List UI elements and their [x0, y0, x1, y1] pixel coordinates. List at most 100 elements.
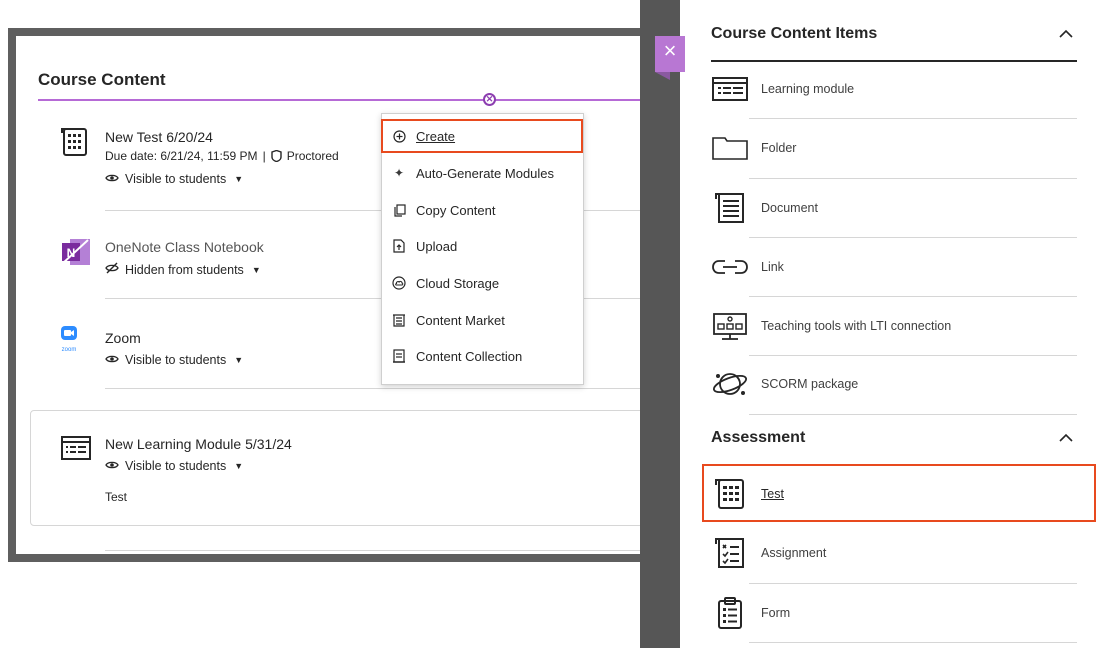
eye-icon	[105, 172, 119, 186]
panel-item-label: Test	[761, 487, 784, 501]
item-meta: Due date: 6/21/24, 11:59 PM | Proctored	[105, 149, 339, 163]
item-divider	[105, 550, 665, 551]
menu-item-copy-content[interactable]: Copy Content	[392, 198, 496, 222]
onenote-icon: N	[60, 236, 92, 268]
visibility-toggle[interactable]: Visible to students ▼	[105, 459, 243, 473]
hidden-icon	[105, 262, 119, 277]
chevron-down-icon: ▼	[234, 355, 244, 365]
row-divider	[749, 583, 1077, 584]
panel-item-label: Assignment	[761, 546, 827, 560]
chevron-down-icon: ▼	[234, 461, 244, 471]
zoom-icon: zoom	[54, 326, 84, 356]
panel-item-label: Link	[761, 260, 784, 274]
panel-item-label: Learning module	[761, 82, 855, 96]
item-title[interactable]: OneNote Class Notebook	[105, 239, 264, 255]
visibility-toggle[interactable]: Visible to students ▼	[105, 172, 243, 186]
row-divider	[749, 355, 1077, 356]
menu-item-label: Content Collection	[416, 348, 523, 364]
panel-item-lti[interactable]: Teaching tools with LTI connection	[711, 306, 951, 346]
add-content-menu: Create ✦ Auto-Generate Modules Copy Cont…	[381, 113, 584, 385]
menu-item-content-market[interactable]: Content Market	[392, 308, 505, 332]
collection-icon	[392, 349, 406, 363]
scorm-icon	[711, 368, 749, 400]
panel-item-assignment[interactable]: Assignment	[711, 533, 826, 573]
panel-item-document[interactable]: Document	[711, 188, 818, 228]
menu-item-label: Upload	[416, 238, 458, 254]
test-icon	[58, 124, 92, 158]
learning-module-icon	[60, 434, 92, 462]
menu-item-upload[interactable]: Upload	[392, 234, 457, 258]
row-divider	[749, 178, 1077, 179]
chevron-down-icon: ▼	[234, 174, 244, 184]
panel-item-label: Teaching tools with LTI connection	[761, 319, 952, 333]
panel-item-test[interactable]: Test	[711, 474, 784, 514]
proctored-badge: Proctored	[286, 149, 339, 163]
backdrop-strip	[640, 0, 680, 648]
menu-item-label: Auto-Generate Modules	[416, 165, 555, 181]
chevron-up-icon[interactable]	[1059, 430, 1073, 446]
menu-item-cloud-storage[interactable]: Cloud Storage	[392, 271, 499, 295]
copy-icon	[392, 203, 406, 217]
menu-item-label: Cloud Storage	[416, 275, 500, 291]
zoom-caption: zoom	[61, 347, 77, 353]
eye-icon	[105, 459, 119, 473]
menu-item-label: Copy Content	[416, 202, 496, 218]
row-divider	[749, 414, 1077, 415]
panel-item-form[interactable]: Form	[711, 593, 790, 633]
assignment-icon	[711, 537, 749, 569]
proctored-icon	[270, 149, 282, 163]
visibility-label: Visible to students	[125, 172, 227, 186]
market-icon	[392, 313, 406, 327]
row-divider	[749, 118, 1077, 119]
panel-item-label: Folder	[761, 141, 797, 155]
panel-item-label: Form	[761, 606, 791, 620]
panel-item-link[interactable]: Link	[711, 247, 784, 287]
folder-icon	[711, 132, 749, 164]
item-title[interactable]: Zoom	[105, 330, 141, 346]
due-date: Due date: 6/21/24, 11:59 PM	[105, 149, 258, 163]
visibility-label: Visible to students	[125, 353, 227, 367]
page-title: Course Content	[38, 70, 166, 89]
module-description: Test	[105, 490, 128, 504]
row-divider	[749, 237, 1077, 238]
panel-item-label: SCORM package	[761, 377, 859, 391]
menu-item-auto-generate[interactable]: ✦ Auto-Generate Modules	[392, 161, 554, 185]
chevron-up-icon[interactable]	[1059, 26, 1073, 42]
chevron-down-icon: ▼	[251, 264, 261, 275]
row-divider	[749, 296, 1077, 297]
menu-item-label: Content Market	[416, 312, 505, 328]
close-add-icon[interactable]: ✕	[483, 93, 496, 106]
link-icon	[711, 251, 749, 283]
panel-item-scorm[interactable]: SCORM package	[711, 364, 858, 404]
learning-module-icon	[711, 73, 749, 105]
menu-item-create[interactable]: Create	[392, 124, 455, 148]
visibility-toggle[interactable]: Hidden from students ▼	[105, 262, 261, 277]
document-icon	[711, 192, 749, 224]
close-icon[interactable]: ×	[655, 36, 685, 80]
panel-item-label: Document	[761, 201, 818, 215]
item-title[interactable]: New Test 6/20/24	[105, 129, 213, 145]
visibility-toggle[interactable]: Visible to students ▼	[105, 353, 243, 367]
row-divider	[749, 642, 1077, 643]
add-content-divider	[38, 99, 678, 101]
upload-icon	[392, 239, 406, 253]
visibility-label: Hidden from students	[125, 262, 244, 277]
menu-item-label: Create	[416, 128, 456, 144]
section-title: Assessment	[711, 429, 806, 446]
eye-icon	[105, 353, 119, 367]
form-icon	[711, 597, 749, 629]
section-title: Course Content Items	[711, 25, 878, 42]
menu-item-content-collection[interactable]: Content Collection	[392, 344, 522, 368]
sparkle-icon: ✦	[393, 166, 405, 180]
visibility-label: Visible to students	[125, 459, 227, 473]
lti-icon	[711, 310, 749, 342]
test-icon	[711, 478, 749, 510]
panel-item-folder[interactable]: Folder	[711, 128, 796, 168]
item-divider	[105, 388, 665, 389]
panel-item-learning-module[interactable]: Learning module	[711, 69, 854, 109]
item-title[interactable]: New Learning Module 5/31/24	[105, 436, 292, 452]
section-rule	[711, 60, 1077, 62]
course-content-frame: Course Content ✕ New Test 6/20/24 Due da…	[8, 28, 678, 562]
plus-circle-icon	[392, 129, 406, 143]
cloud-icon	[392, 276, 406, 290]
